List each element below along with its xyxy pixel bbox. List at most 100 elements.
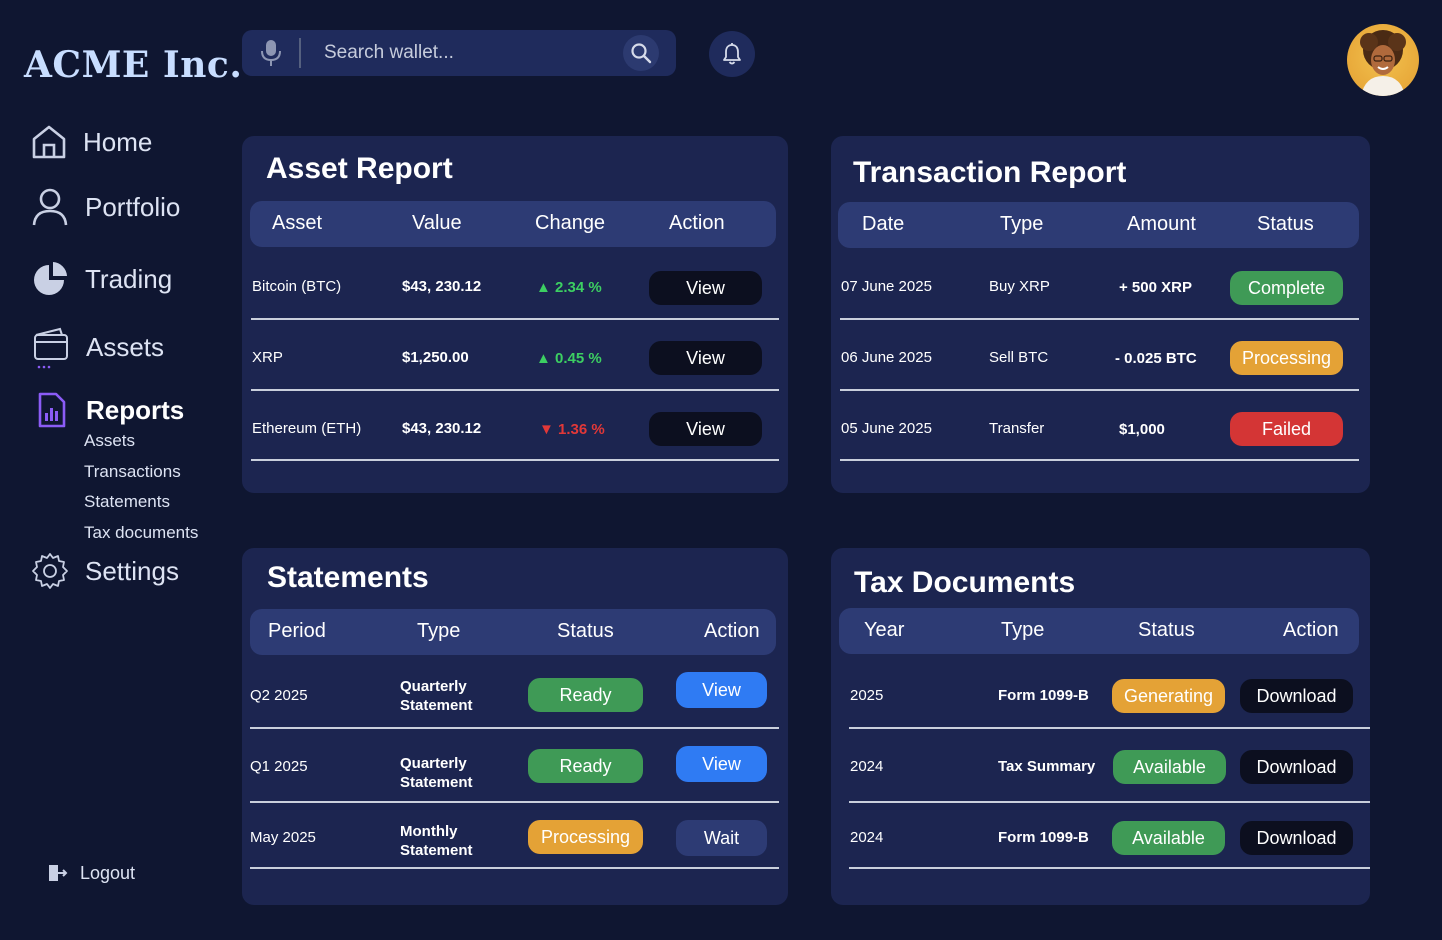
tax-year: 2024	[850, 829, 884, 846]
row-divider	[840, 389, 1359, 391]
sidebar-item-home[interactable]: Home	[29, 122, 152, 162]
statement-type: Monthly Statement	[400, 822, 473, 860]
asset-name: Ethereum (ETH)	[252, 420, 362, 437]
transaction-type: Buy XRP	[989, 278, 1050, 295]
sidebar-item-trading[interactable]: Trading	[31, 259, 172, 299]
download-button[interactable]: Download	[1240, 821, 1353, 855]
view-button[interactable]: View	[649, 412, 762, 446]
wait-button[interactable]: Wait	[676, 820, 767, 856]
column-header: Change	[535, 212, 606, 234]
report-icon	[31, 390, 71, 430]
tax-document-type: Form 1099-B	[998, 829, 1089, 846]
transaction-amount: - 0.025 BTC	[1115, 350, 1197, 367]
table-header: Date Type Amount Status	[838, 202, 1359, 248]
app-logo: ACME Inc.	[24, 44, 243, 86]
sidebar-item-label: Assets	[86, 331, 165, 362]
logout-icon	[49, 865, 68, 881]
change-value: 1.36 %	[558, 421, 605, 438]
view-button[interactable]: View	[649, 341, 762, 375]
gear-icon	[30, 551, 70, 591]
logout-label: Logout	[80, 862, 136, 883]
arrow-up-icon: ▲	[536, 350, 551, 367]
tax-documents-card: Tax Documents Year Type Status Action 20…	[831, 548, 1370, 905]
search-divider	[299, 38, 301, 68]
asset-value: $43, 230.12	[402, 420, 482, 437]
asset-value: $1,250.00	[402, 349, 469, 366]
search-input[interactable]	[324, 38, 614, 68]
tax-year: 2024	[850, 758, 884, 775]
column-header: Type	[1001, 619, 1045, 641]
row-divider	[840, 459, 1359, 461]
search-button[interactable]	[623, 35, 659, 71]
sidebar-subitem-tax-documents[interactable]: Tax documents	[84, 523, 198, 543]
view-button[interactable]: View	[676, 746, 767, 782]
row-divider	[251, 318, 779, 320]
statement-type-line: Quarterly	[400, 678, 467, 695]
sidebar-item-assets[interactable]: Assets	[31, 327, 165, 369]
transaction-type: Transfer	[989, 420, 1045, 437]
statement-type-line: Statement	[400, 697, 473, 714]
column-header: Date	[862, 213, 905, 235]
microphone-icon[interactable]	[260, 39, 282, 67]
row-divider	[251, 389, 779, 391]
sidebar-subitem-statements[interactable]: Statements	[84, 492, 170, 512]
column-header: Action	[669, 212, 725, 234]
column-header: Amount	[1127, 213, 1196, 235]
asset-change: ▼ 1.36 %	[539, 421, 605, 438]
download-button[interactable]: Download	[1240, 750, 1353, 784]
sidebar-item-portfolio[interactable]: Portfolio	[30, 187, 180, 227]
sidebar-item-label: Portfolio	[85, 191, 181, 222]
column-header: Type	[1000, 213, 1044, 235]
card-title: Statements	[267, 561, 429, 594]
bell-icon	[723, 43, 741, 65]
row-divider	[251, 459, 779, 461]
sidebar-subitem-transactions[interactable]: Transactions	[84, 462, 181, 482]
statement-type-line: Monthly	[400, 823, 458, 840]
table-header: Period Type Status Action	[250, 609, 776, 655]
row-divider	[250, 801, 779, 803]
sidebar-item-label: Settings	[85, 555, 179, 586]
download-button[interactable]: Download	[1240, 679, 1353, 713]
sidebar-item-settings[interactable]: Settings	[30, 551, 179, 591]
user-avatar[interactable]	[1347, 24, 1419, 96]
statement-period: Q2 2025	[250, 687, 308, 704]
column-header: Asset	[272, 212, 323, 234]
card-title: Asset Report	[266, 152, 453, 185]
user-icon	[30, 187, 70, 227]
sidebar-item-label: Trading	[85, 263, 173, 294]
status-badge: Complete	[1230, 271, 1343, 305]
status-badge: Ready	[528, 749, 643, 783]
sidebar-item-reports[interactable]: Reports	[31, 390, 184, 430]
column-header: Status	[1138, 619, 1195, 641]
statements-card: Statements Period Type Status Action Q2 …	[242, 548, 788, 905]
avatar-portrait-icon	[1360, 30, 1406, 96]
view-button[interactable]: View	[676, 672, 767, 708]
row-divider	[250, 727, 779, 729]
asset-value: $43, 230.12	[402, 278, 482, 295]
status-badge: Processing	[528, 820, 643, 854]
row-divider	[849, 867, 1370, 869]
tax-document-type: Tax Summary	[998, 758, 1096, 775]
view-button[interactable]: View	[649, 271, 762, 305]
home-icon	[29, 122, 69, 162]
column-header: Status	[557, 620, 614, 642]
transaction-date: 05 June 2025	[841, 420, 932, 437]
statement-type: Quarterly Statement	[400, 677, 473, 715]
column-header: Status	[1257, 213, 1314, 235]
sidebar-item-label: Reports	[86, 394, 185, 425]
statement-type-line: Statement	[400, 842, 473, 859]
logout-button[interactable]: Logout	[46, 862, 135, 884]
row-divider	[250, 867, 779, 869]
card-title: Transaction Report	[853, 156, 1127, 189]
row-divider	[849, 727, 1370, 729]
sidebar-subitem-assets[interactable]: Assets	[84, 431, 135, 451]
change-value: 0.45 %	[555, 350, 602, 367]
transaction-date: 06 June 2025	[841, 349, 932, 366]
sidebar-item-label: Home	[83, 126, 153, 157]
asset-report-card: Asset Report Asset Value Change Action B…	[242, 136, 788, 493]
transaction-amount: + 500 XRP	[1119, 279, 1192, 296]
notifications-button[interactable]	[709, 31, 755, 77]
transaction-type: Sell BTC	[989, 349, 1049, 366]
column-header: Year	[864, 619, 905, 641]
tax-year: 2025	[850, 687, 884, 704]
